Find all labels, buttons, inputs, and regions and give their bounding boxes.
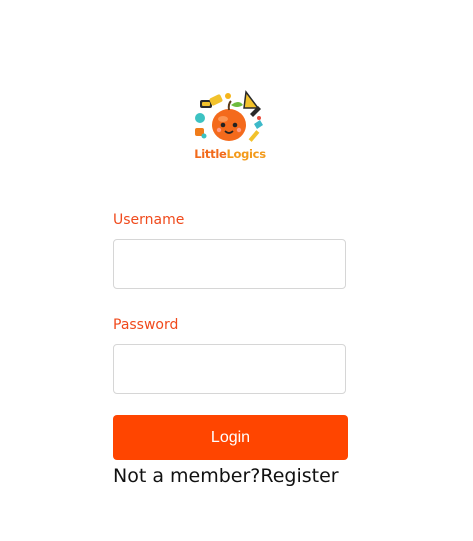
login-button[interactable]: Login — [113, 415, 348, 460]
logo-wordmark: LittleLogics — [186, 147, 274, 161]
password-input[interactable] — [113, 344, 346, 394]
password-label: Password — [113, 317, 179, 333]
register-link[interactable]: Register — [260, 465, 338, 487]
member-prompt-text: Not a member? — [113, 465, 261, 487]
apple-mascot-logo-icon — [195, 90, 263, 142]
username-label: Username — [113, 212, 185, 228]
logo-wordmark-logics: Logics — [226, 147, 266, 161]
app-logo: LittleLogics — [186, 88, 274, 168]
username-input[interactable] — [113, 239, 346, 289]
register-prompt: Not a member?Register — [113, 465, 339, 487]
logo-wordmark-little: Little — [194, 147, 227, 161]
